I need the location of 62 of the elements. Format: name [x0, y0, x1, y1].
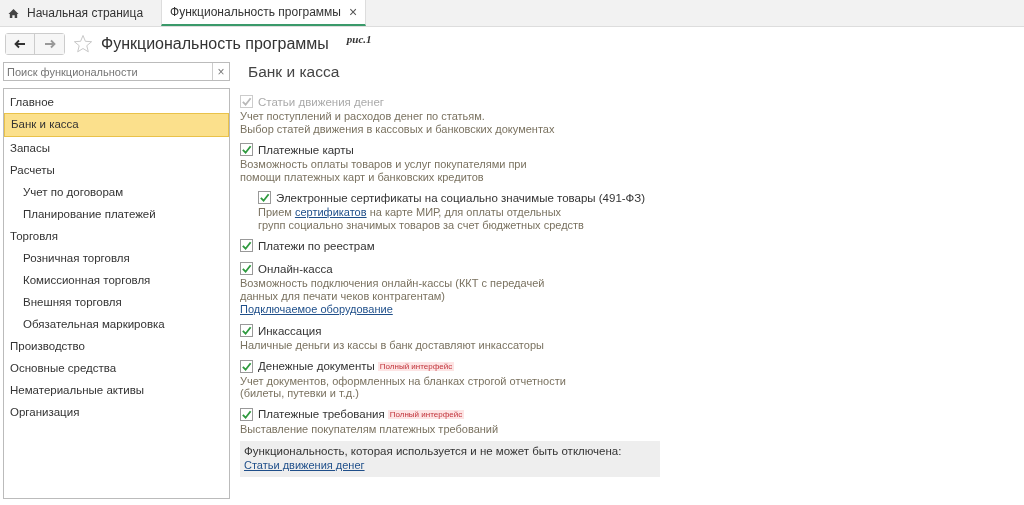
- option-description: Возможность оплаты товаров и услуг покупателями при: [240, 158, 528, 171]
- section-title: Банк и касса: [248, 63, 341, 82]
- forward-arrow-icon: [43, 39, 56, 49]
- sidebar-item[interactable]: Главное: [4, 91, 229, 113]
- sidebar-item[interactable]: Банк и касса: [4, 113, 229, 137]
- page-title: Функциональность программы: [101, 35, 329, 53]
- search-field[interactable]: Поиск функциональности ×: [3, 62, 230, 81]
- back-arrow-icon: [14, 39, 26, 49]
- sidebar-item[interactable]: Внешняя торговля: [4, 291, 229, 313]
- option-description: Прием: [258, 206, 293, 219]
- tab[interactable]: Начальная страница: [0, 0, 152, 26]
- option-label: Статьи движения денег: [258, 95, 385, 108]
- sidebar-item[interactable]: Торговля: [4, 225, 229, 247]
- option-description: данных для печати чеков контрагентам): [240, 289, 446, 302]
- option-label: Платежи по реестрам: [258, 239, 375, 252]
- interface-badge: Полный интерфейс: [387, 409, 465, 419]
- option-description: Возможность подключения онлайн-кассы (ККТ с передачей: [240, 277, 546, 290]
- sidebar-item[interactable]: Расчеты: [4, 159, 229, 181]
- sidebar-item[interactable]: Розничная торговля: [4, 247, 229, 269]
- note-text: Функциональность, которая используется и не может быть отключена:: [244, 444, 622, 459]
- checkbox[interactable]: [240, 324, 253, 337]
- star-icon[interactable]: [73, 34, 93, 54]
- option-description: на карте МИР, для оплаты отдельных: [368, 206, 562, 219]
- checkbox[interactable]: [240, 239, 253, 252]
- option-description: групп социально значимых товаров за счет бюджетных средств: [258, 218, 585, 231]
- sidebar-item[interactable]: Учет по договорам: [4, 181, 229, 203]
- clear-icon[interactable]: ×: [213, 64, 229, 79]
- back-button[interactable]: [6, 34, 35, 54]
- checkbox[interactable]: [240, 262, 253, 275]
- option-label: Денежные документы: [258, 360, 375, 372]
- sidebar-item[interactable]: Основные средства: [4, 357, 229, 379]
- sidebar-item[interactable]: Комиссионная торговля: [4, 269, 229, 291]
- checkbox[interactable]: [258, 191, 271, 204]
- sidebar-item[interactable]: Запасы: [4, 137, 229, 159]
- option-label: Электронные сертификаты на социально значимые товары (491-ФЗ): [276, 191, 646, 204]
- certificates-link[interactable]: сертификатов: [294, 206, 367, 219]
- close-icon[interactable]: ×: [349, 4, 358, 20]
- sidebar-item[interactable]: Организация: [4, 401, 229, 423]
- option-label: Платежные требования: [258, 408, 385, 420]
- cash-flow-items-link[interactable]: Статьи движения денег: [244, 459, 365, 472]
- figure-caption: рис.1: [346, 33, 372, 45]
- option-description: Выбор статей движения в кассовых и банковских документах: [240, 122, 556, 135]
- option-label: Онлайн-касса: [258, 262, 333, 275]
- sidebar-item[interactable]: Планирование платежей: [4, 203, 229, 225]
- option-description: Учет поступлений и расходов денег по статьям.: [240, 110, 486, 123]
- option-description: Выставление покупателям платежных требований: [240, 422, 500, 435]
- option-description: Учет документов, оформленных на бланках строгой отчетности: [240, 374, 567, 387]
- option-description: (билеты, путевки и т.д.): [240, 387, 360, 400]
- checkbox[interactable]: [240, 143, 253, 156]
- option-description: Наличные деньги из кассы в банк доставляют инкассаторы: [240, 339, 545, 352]
- sidebar-item[interactable]: Обязательная маркировка: [4, 313, 229, 335]
- option-description: помощи платежных карт и банковских кредитов: [240, 170, 485, 183]
- option-label: Платежные карты: [258, 143, 354, 156]
- sidebar-item[interactable]: Производство: [4, 335, 229, 357]
- home-icon: [8, 7, 19, 19]
- option-label: Инкассация: [258, 324, 322, 337]
- sidebar-item[interactable]: Нематериальные активы: [4, 379, 229, 401]
- tab[interactable]: Функциональность программы ×: [161, 0, 367, 26]
- interface-badge: Полный интерфейс: [377, 361, 455, 371]
- equipment-link[interactable]: Подключаемое оборудование: [240, 303, 393, 316]
- checkbox[interactable]: [240, 359, 253, 373]
- checkbox[interactable]: [240, 407, 253, 421]
